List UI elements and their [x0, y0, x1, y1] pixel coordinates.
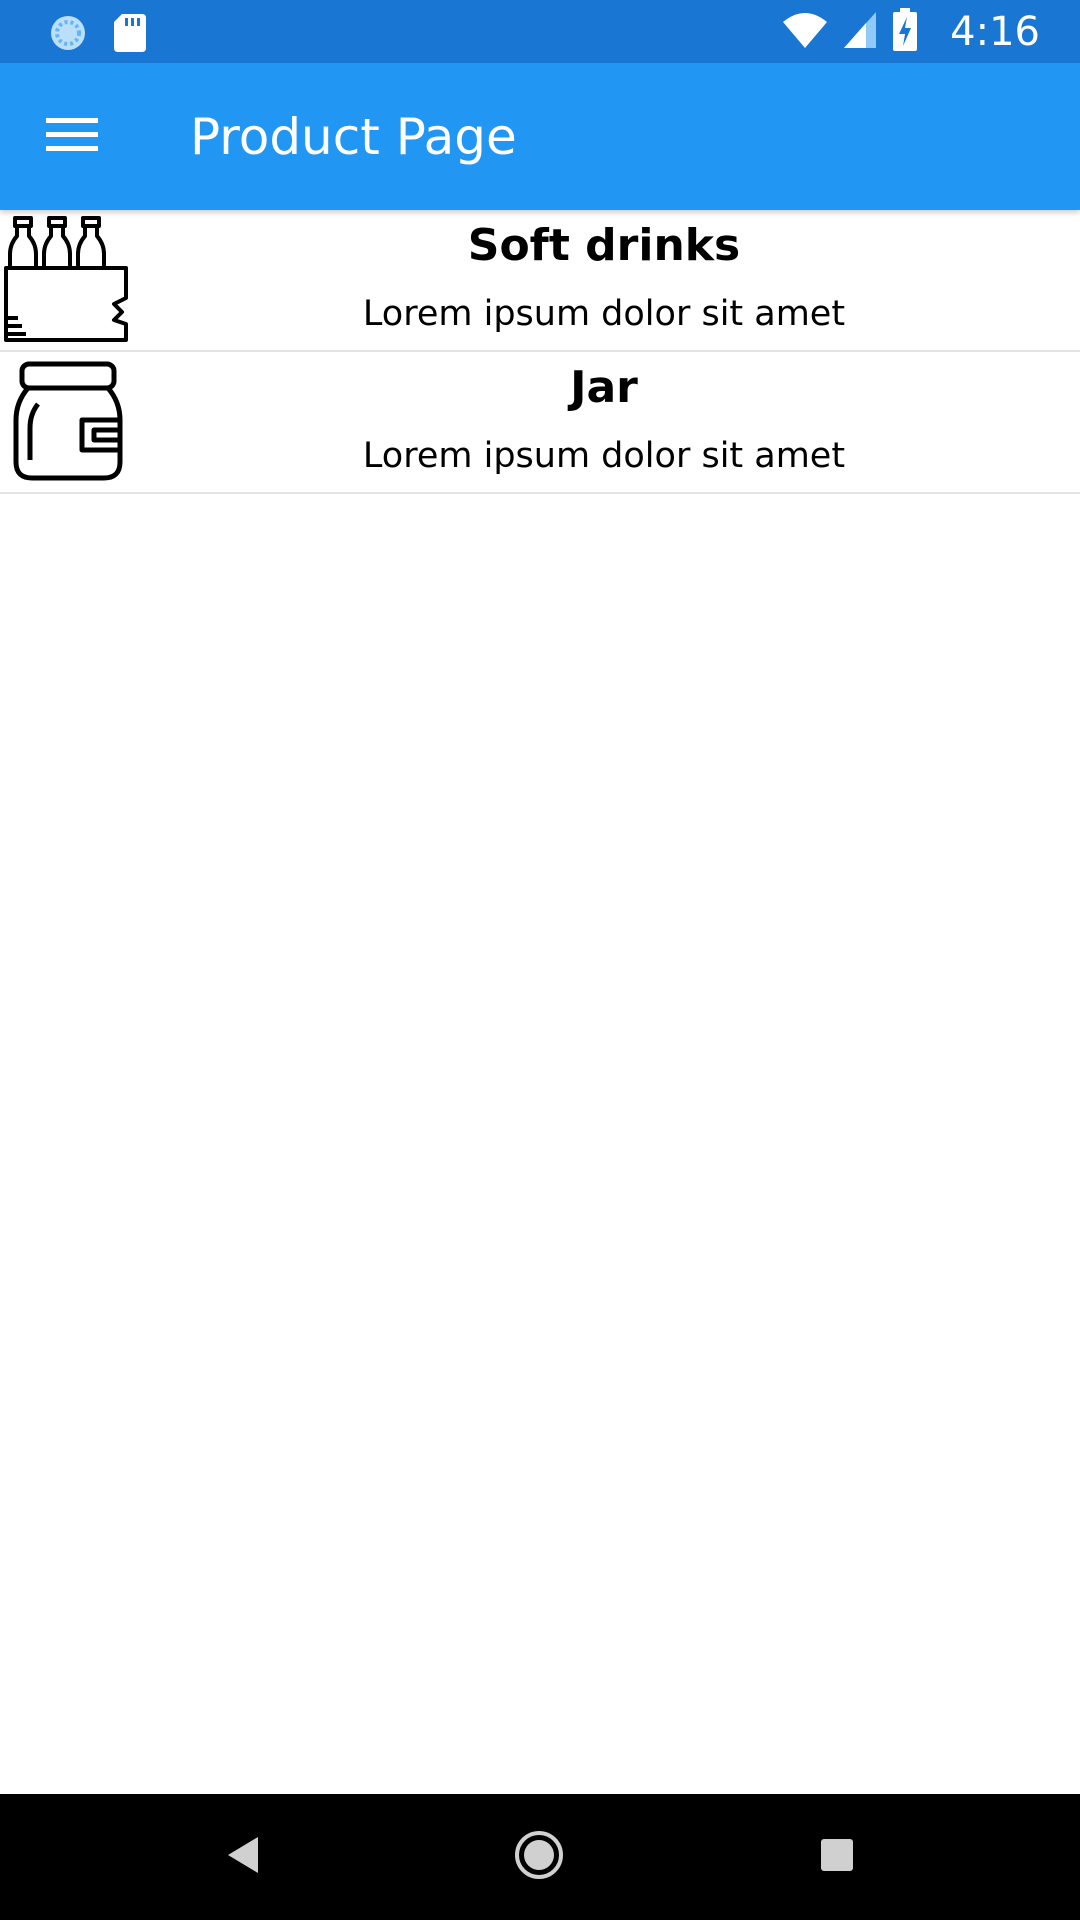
- signal-icon: [842, 10, 878, 54]
- home-button[interactable]: [499, 1822, 579, 1892]
- app-bar: Product Page: [0, 63, 1080, 210]
- battery-charging-icon: [892, 8, 918, 56]
- status-time: 4:16: [950, 9, 1040, 55]
- product-list: Soft drinks Lorem ipsum dolor sit amet J…: [0, 210, 1080, 494]
- status-left-icons: [48, 13, 146, 57]
- home-icon: [513, 1829, 565, 1885]
- sync-icon: [48, 13, 88, 57]
- bottles-pack-icon: [4, 216, 128, 344]
- list-item-soft-drinks[interactable]: Soft drinks Lorem ipsum dolor sit amet: [0, 210, 1080, 352]
- status-bar: 4:16: [0, 0, 1080, 63]
- hamburger-menu-icon: [46, 116, 98, 158]
- product-title: Jar: [570, 362, 638, 413]
- menu-button[interactable]: [24, 99, 120, 175]
- jar-icon: [4, 358, 128, 486]
- list-item-jar[interactable]: Jar Lorem ipsum dolor sit amet: [0, 352, 1080, 494]
- back-icon: [224, 1835, 260, 1879]
- sd-card-icon: [114, 14, 146, 56]
- status-right-icons: 4:16: [782, 8, 1040, 56]
- back-button[interactable]: [202, 1822, 282, 1892]
- wifi-icon: [782, 10, 828, 54]
- product-title: Soft drinks: [467, 220, 741, 271]
- recents-button[interactable]: [797, 1822, 877, 1892]
- recents-icon: [819, 1837, 855, 1877]
- navigation-bar: [0, 1794, 1080, 1920]
- product-description: Lorem ipsum dolor sit amet: [362, 294, 846, 334]
- product-description: Lorem ipsum dolor sit amet: [362, 436, 846, 476]
- screen: 4:16 Product Page Soft drinks Lorem ipsu…: [0, 0, 1080, 1920]
- page-title: Product Page: [190, 108, 517, 166]
